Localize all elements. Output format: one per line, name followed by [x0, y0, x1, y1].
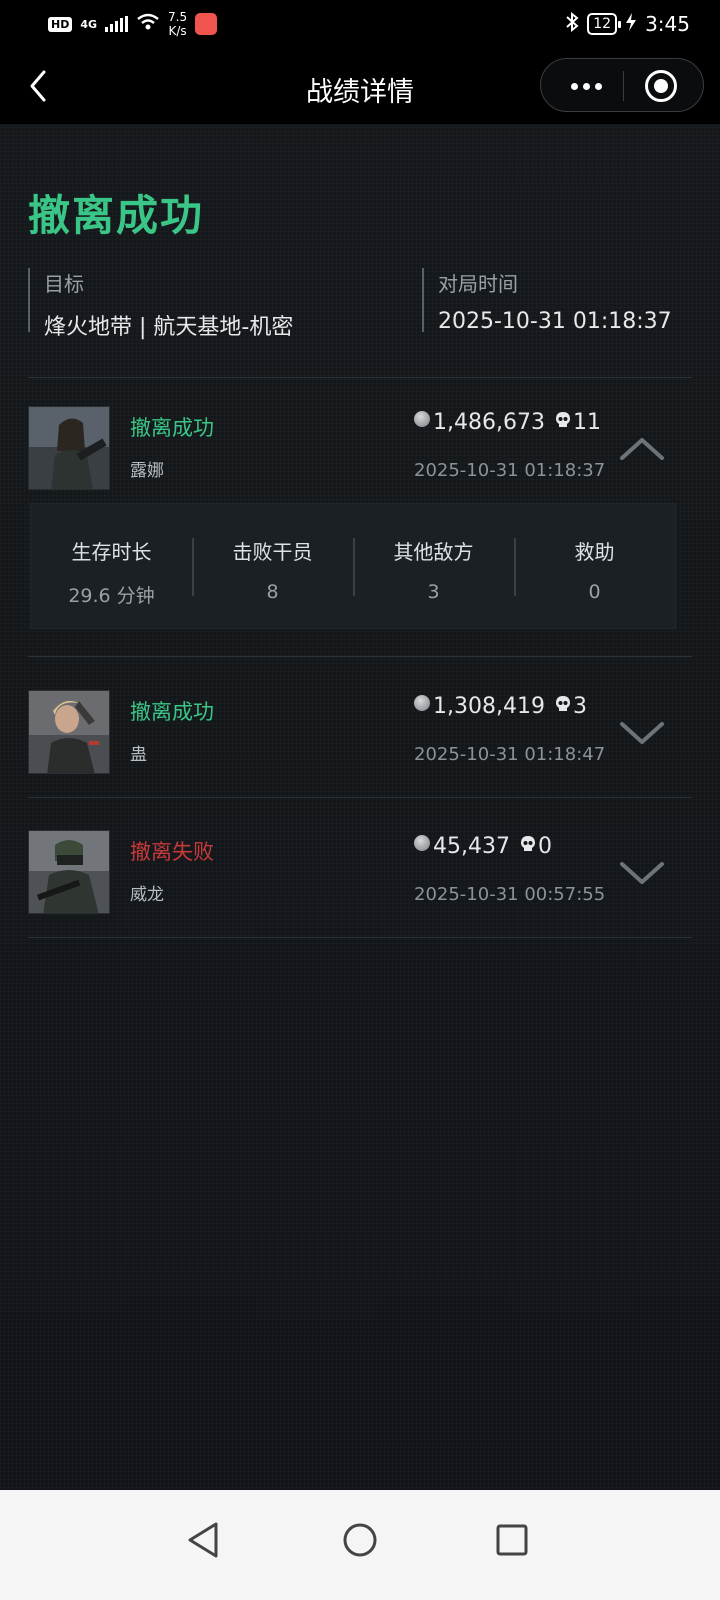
chevron-down-icon	[620, 722, 664, 744]
player-row[interactable]: 撤离成功 蛊 1,308,419 3 2025-10-31 01:18:47	[28, 690, 692, 790]
stat-value: 29.6 分钟	[68, 585, 155, 607]
player-name: 蛊	[130, 745, 147, 765]
system-home-button[interactable]	[330, 1510, 390, 1570]
match-result-title: 撤离成功	[28, 191, 205, 240]
stat-label: 救助	[574, 540, 615, 564]
skull-icon	[520, 835, 535, 851]
player-value: 45,437	[433, 834, 510, 859]
coin-icon	[414, 694, 430, 711]
more-button[interactable]	[559, 71, 613, 101]
skull-icon	[555, 411, 570, 427]
player-value: 1,486,673	[433, 410, 545, 435]
stat-survival-time: 生存时长 29.6 分钟	[31, 504, 192, 628]
player-row[interactable]: 撤离成功 露娜 1,486,673 11 2025-10-31 01:18:37	[28, 406, 692, 506]
hd-indicator: HD	[48, 16, 73, 32]
player-kills: 0	[537, 834, 552, 859]
system-navigation-bar	[0, 1490, 720, 1600]
coin-icon	[414, 834, 430, 851]
target-label: 目标	[44, 272, 84, 296]
player-status: 撤离失败	[130, 840, 214, 864]
notification-app-icon	[195, 13, 218, 35]
skull-icon	[555, 695, 570, 711]
stat-value: 3	[427, 581, 440, 603]
player-status: 撤离成功	[130, 416, 214, 440]
circle-home-icon	[343, 1523, 377, 1557]
stat-operators-defeated: 击败干员 8	[192, 504, 353, 628]
stat-value: 8	[266, 581, 279, 603]
target-value: 烽火地带 | 航天基地-机密	[44, 315, 294, 340]
coin-icon	[414, 410, 430, 427]
chevron-down-icon	[620, 862, 664, 884]
speed-unit: K/s	[168, 24, 187, 38]
stat-label: 生存时长	[71, 540, 152, 564]
player-value: 1,308,419	[433, 694, 545, 719]
clock: 3:45	[645, 12, 690, 36]
player-time: 2025-10-31 01:18:47	[414, 744, 606, 765]
player-kills: 11	[572, 410, 601, 435]
stat-label: 击败干员	[232, 540, 313, 564]
player-name: 威龙	[130, 885, 164, 905]
wifi-icon	[136, 13, 160, 35]
avatar	[28, 406, 110, 490]
status-bar: HD 4G 7.5 K/s 12 3:45	[0, 0, 720, 48]
player-status: 撤离成功	[130, 700, 214, 724]
stat-rescues: 救助 0	[514, 504, 675, 628]
nav-bar: 战绩详情	[0, 48, 720, 124]
divider	[28, 797, 692, 798]
player-stats: 45,437 0	[414, 834, 552, 859]
signal-icon	[105, 16, 129, 32]
player-stats: 1,308,419 3	[414, 694, 587, 719]
square-recents-icon	[496, 1524, 528, 1556]
stat-other-enemies: 其他敌方 3	[353, 504, 514, 628]
bluetooth-icon	[565, 11, 579, 37]
close-mini-program-button[interactable]	[645, 70, 677, 102]
stat-value: 0	[588, 581, 601, 603]
avatar	[28, 830, 110, 914]
charging-icon	[625, 12, 637, 37]
expand-toggle[interactable]	[614, 850, 670, 894]
system-recents-button[interactable]	[482, 1510, 542, 1570]
capsule-divider	[623, 71, 624, 101]
divider	[28, 656, 692, 657]
triangle-back-icon	[188, 1522, 218, 1558]
player-kills: 3	[572, 694, 587, 719]
stat-label: 其他敌方	[393, 540, 474, 564]
speed-value: 7.5	[168, 10, 188, 24]
network-type: 4G	[80, 17, 98, 31]
chevron-up-icon	[620, 438, 664, 460]
avatar	[28, 690, 110, 774]
player-stats: 1,486,673 11	[414, 410, 601, 435]
expand-toggle[interactable]	[614, 710, 670, 754]
player-details-panel: 生存时长 29.6 分钟 击败干员 8 其他敌方 3 救助 0	[30, 503, 676, 629]
match-time-label: 对局时间	[438, 272, 518, 296]
match-time-value: 2025-10-31 01:18:37	[438, 309, 672, 334]
player-name: 露娜	[130, 461, 164, 481]
battery-icon: 12	[587, 13, 621, 35]
collapse-toggle[interactable]	[614, 426, 670, 470]
network-speed: 7.5 K/s	[168, 10, 187, 38]
system-back-button[interactable]	[176, 1510, 236, 1570]
divider	[28, 377, 692, 378]
match-time-info: 对局时间 2025-10-31 01:18:37	[422, 268, 702, 334]
mini-program-capsule	[540, 58, 704, 112]
player-time: 2025-10-31 01:18:37	[414, 460, 606, 481]
player-time: 2025-10-31 00:57:55	[414, 884, 606, 905]
target-info: 目标 烽火地带 | 航天基地-机密	[28, 268, 388, 340]
player-row[interactable]: 撤离失败 威龙 45,437 0 2025-10-31 00:57:55	[28, 830, 692, 930]
divider	[28, 937, 692, 938]
